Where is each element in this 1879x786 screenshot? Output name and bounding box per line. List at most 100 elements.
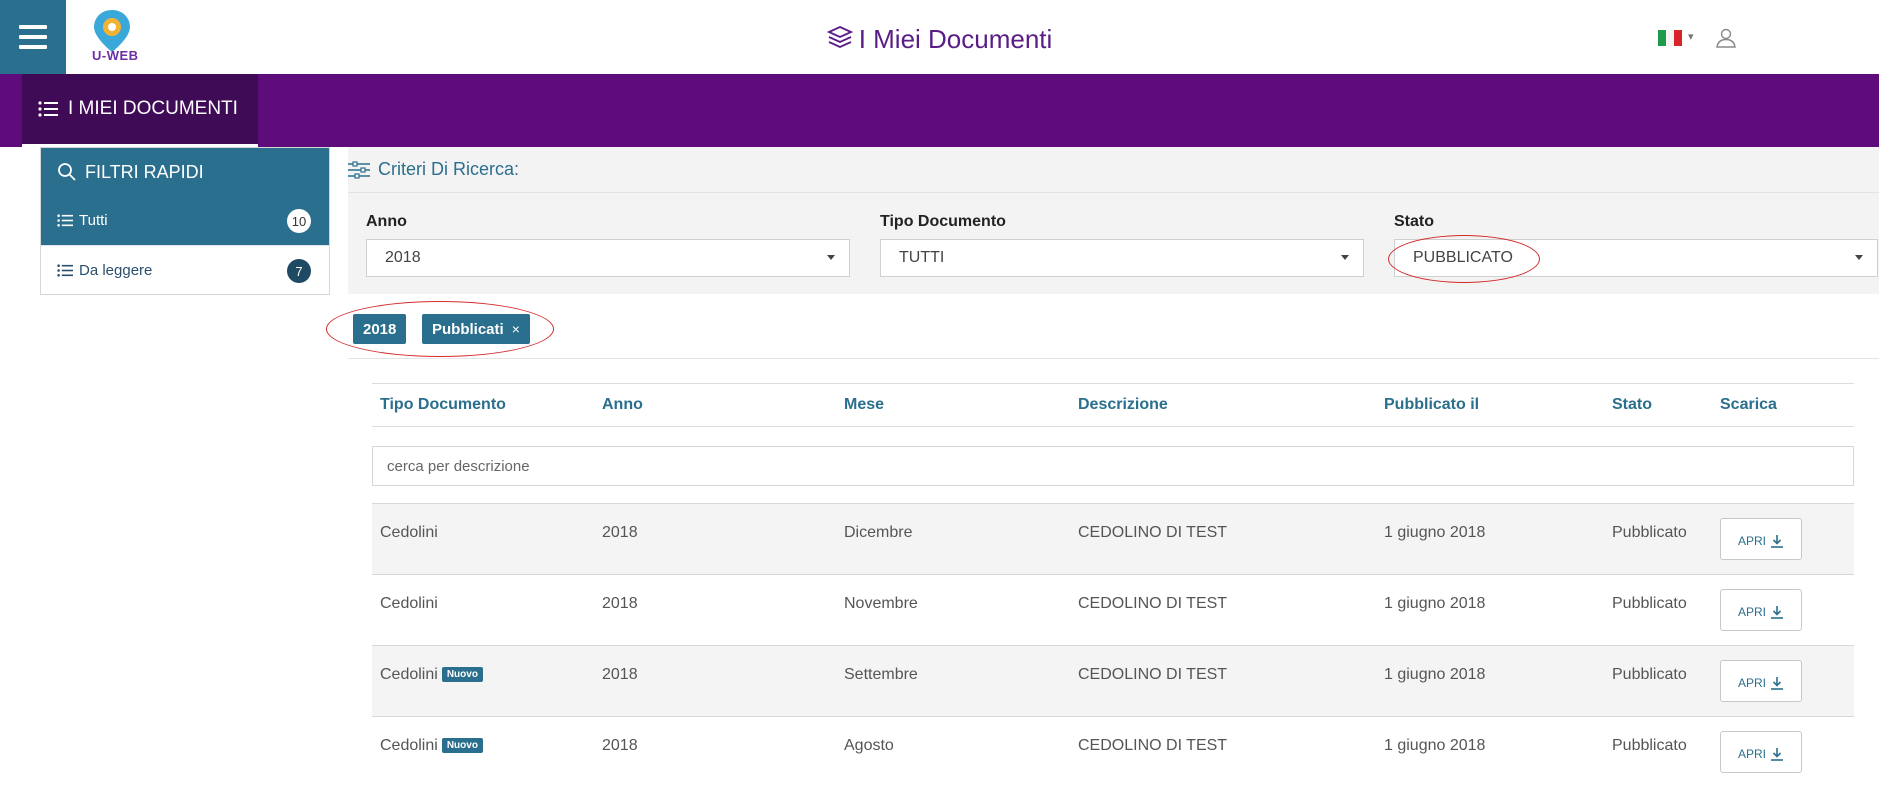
- sliders-icon: [348, 160, 370, 179]
- list-icon: [57, 263, 73, 277]
- count-badge: 7: [287, 259, 311, 283]
- list-icon: [38, 101, 58, 117]
- open-document-button[interactable]: APRI: [1720, 660, 1802, 702]
- cell-stato: Pubblicato: [1612, 666, 1687, 683]
- download-icon: [1771, 606, 1783, 619]
- description-search: [372, 446, 1854, 486]
- filter-chip-pubblicati: Pubblicati ×: [422, 314, 530, 344]
- download-icon: [1771, 748, 1783, 761]
- stato-select[interactable]: PUBBLICATO: [1394, 239, 1878, 277]
- cell-pubblicato-il: 1 giugno 2018: [1384, 595, 1486, 612]
- open-document-button[interactable]: APRI: [1720, 518, 1802, 560]
- new-badge: Nuovo: [441, 738, 483, 753]
- stato-select-value: PUBBLICATO: [1413, 249, 1513, 266]
- table-header: Tipo Documento Anno Mese Descrizione Pub…: [372, 383, 1854, 427]
- chip-label: Pubblicati: [432, 320, 504, 338]
- filter-chip-anno: 2018: [353, 314, 407, 344]
- cell-mese: Settembre: [844, 666, 918, 683]
- anno-select-value: 2018: [385, 249, 421, 266]
- new-badge: Nuovo: [441, 667, 483, 682]
- remove-filter-icon[interactable]: ×: [512, 321, 520, 337]
- quick-filter-label: Tutti: [79, 212, 108, 229]
- table-row: Cedolini Nuovo 2018 Agosto CEDOLINO DI TE…: [372, 716, 1854, 786]
- search-criteria-header: Criteri Di Ricerca:: [348, 147, 1879, 193]
- caret-down-icon: [1855, 255, 1863, 260]
- column-header-tipo-documento[interactable]: Tipo Documento: [380, 396, 506, 414]
- quick-filter-da-leggere[interactable]: Da leggere 7: [41, 245, 329, 294]
- cell-mese: Novembre: [844, 595, 918, 612]
- documents-table: Tipo Documento Anno Mese Descrizione Pub…: [348, 358, 1879, 786]
- cell-tipo-text: Cedolini: [380, 737, 438, 754]
- open-document-button[interactable]: APRI: [1720, 589, 1802, 631]
- cell-stato: Pubblicato: [1612, 524, 1687, 541]
- column-header-mese[interactable]: Mese: [844, 396, 884, 414]
- list-icon: [57, 214, 73, 227]
- open-button-label: APRI: [1737, 605, 1766, 619]
- column-header-descrizione[interactable]: Descrizione: [1078, 396, 1168, 414]
- cell-pubblicato-il: 1 giugno 2018: [1384, 524, 1486, 541]
- column-header-pubblicato-il[interactable]: Pubblicato il: [1384, 396, 1479, 414]
- column-header-stato[interactable]: Stato: [1612, 396, 1652, 414]
- cell-tipo-documento: Cedolini: [380, 524, 438, 542]
- tab-i-miei-documenti[interactable]: I MIEI DOCUMENTI: [22, 74, 258, 147]
- page-title-group: I Miei Documenti: [826, 24, 1053, 54]
- download-icon: [1771, 535, 1783, 548]
- caret-down-icon: [1341, 255, 1349, 260]
- cell-descrizione: CEDOLINO DI TEST: [1078, 737, 1228, 754]
- cell-tipo-documento: Cedolini: [380, 595, 438, 613]
- count-badge: 10: [287, 209, 311, 233]
- tab-label: I MIEI DOCUMENTI: [68, 98, 238, 119]
- cell-tipo-documento: Cedolini Nuovo: [380, 666, 483, 684]
- top-bar: U-WEB I Miei Documenti ▾: [0, 0, 1879, 74]
- page-title: I Miei Documenti: [0, 24, 1879, 55]
- cell-tipo-documento: Cedolini Nuovo: [380, 737, 483, 755]
- open-document-button[interactable]: APRI: [1720, 731, 1802, 773]
- search-criteria-panel: Criteri Di Ricerca: Anno 2018 Tipo Docum…: [348, 147, 1879, 294]
- cell-descrizione: CEDOLINO DI TEST: [1078, 524, 1228, 541]
- stato-label: Stato: [1394, 213, 1434, 230]
- open-button-label: APRI: [1737, 534, 1766, 548]
- quick-filters-header: FILTRI RAPIDI: [41, 148, 329, 196]
- caret-down-icon: [827, 255, 835, 260]
- main-navbar: I MIEI DOCUMENTI: [0, 74, 1879, 147]
- description-search-input[interactable]: [373, 447, 1853, 485]
- italian-flag-icon[interactable]: [1658, 30, 1682, 46]
- app-name: U-WEB: [92, 48, 139, 63]
- open-button-label: APRI: [1737, 676, 1766, 690]
- tipo-documento-select-value: TUTTI: [899, 249, 945, 266]
- quick-filters-title: FILTRI RAPIDI: [85, 161, 204, 182]
- anno-label: Anno: [366, 213, 407, 230]
- cell-anno: 2018: [602, 737, 638, 754]
- tipo-documento-label: Tipo Documento: [880, 213, 1006, 230]
- anno-select[interactable]: 2018: [366, 239, 850, 277]
- column-header-anno[interactable]: Anno: [602, 396, 643, 414]
- quick-filters-panel: FILTRI RAPIDI Tutti 10 Da leggere 7: [40, 147, 330, 295]
- table-row: Cedolini 2018 Dicembre CEDOLINO DI TEST …: [372, 503, 1854, 574]
- table-row: Cedolini 2018 Novembre CEDOLINO DI TEST …: [372, 574, 1854, 645]
- cell-descrizione: CEDOLINO DI TEST: [1078, 666, 1228, 683]
- cell-tipo-text: Cedolini: [380, 524, 438, 541]
- menu-toggle-button[interactable]: [0, 0, 66, 74]
- language-caret-icon[interactable]: ▾: [1688, 30, 1694, 43]
- cell-descrizione: CEDOLINO DI TEST: [1078, 595, 1228, 612]
- table-row: Cedolini Nuovo 2018 Settembre CEDOLINO DI…: [372, 645, 1854, 716]
- cell-tipo-text: Cedolini: [380, 666, 438, 683]
- tipo-documento-select[interactable]: TUTTI: [880, 239, 1364, 277]
- cell-mese: Agosto: [844, 737, 894, 754]
- chip-label: 2018: [363, 320, 397, 338]
- quick-filter-label: Da leggere: [79, 261, 153, 279]
- user-icon[interactable]: [1714, 26, 1738, 50]
- cell-tipo-text: Cedolini: [380, 595, 438, 612]
- download-icon: [1771, 677, 1783, 690]
- cell-pubblicato-il: 1 giugno 2018: [1384, 737, 1486, 754]
- open-button-label: APRI: [1737, 747, 1766, 761]
- hamburger-icon-line: [19, 45, 47, 49]
- search-criteria-title: Criteri Di Ricerca:: [378, 159, 520, 179]
- cell-pubblicato-il: 1 giugno 2018: [1384, 666, 1486, 683]
- cell-anno: 2018: [602, 595, 638, 612]
- quick-filter-tutti[interactable]: Tutti 10: [41, 196, 329, 245]
- cell-anno: 2018: [602, 524, 638, 541]
- column-header-scarica: Scarica: [1720, 396, 1777, 413]
- stack-icon: [826, 26, 853, 48]
- page-title-text: I Miei Documenti: [858, 24, 1053, 54]
